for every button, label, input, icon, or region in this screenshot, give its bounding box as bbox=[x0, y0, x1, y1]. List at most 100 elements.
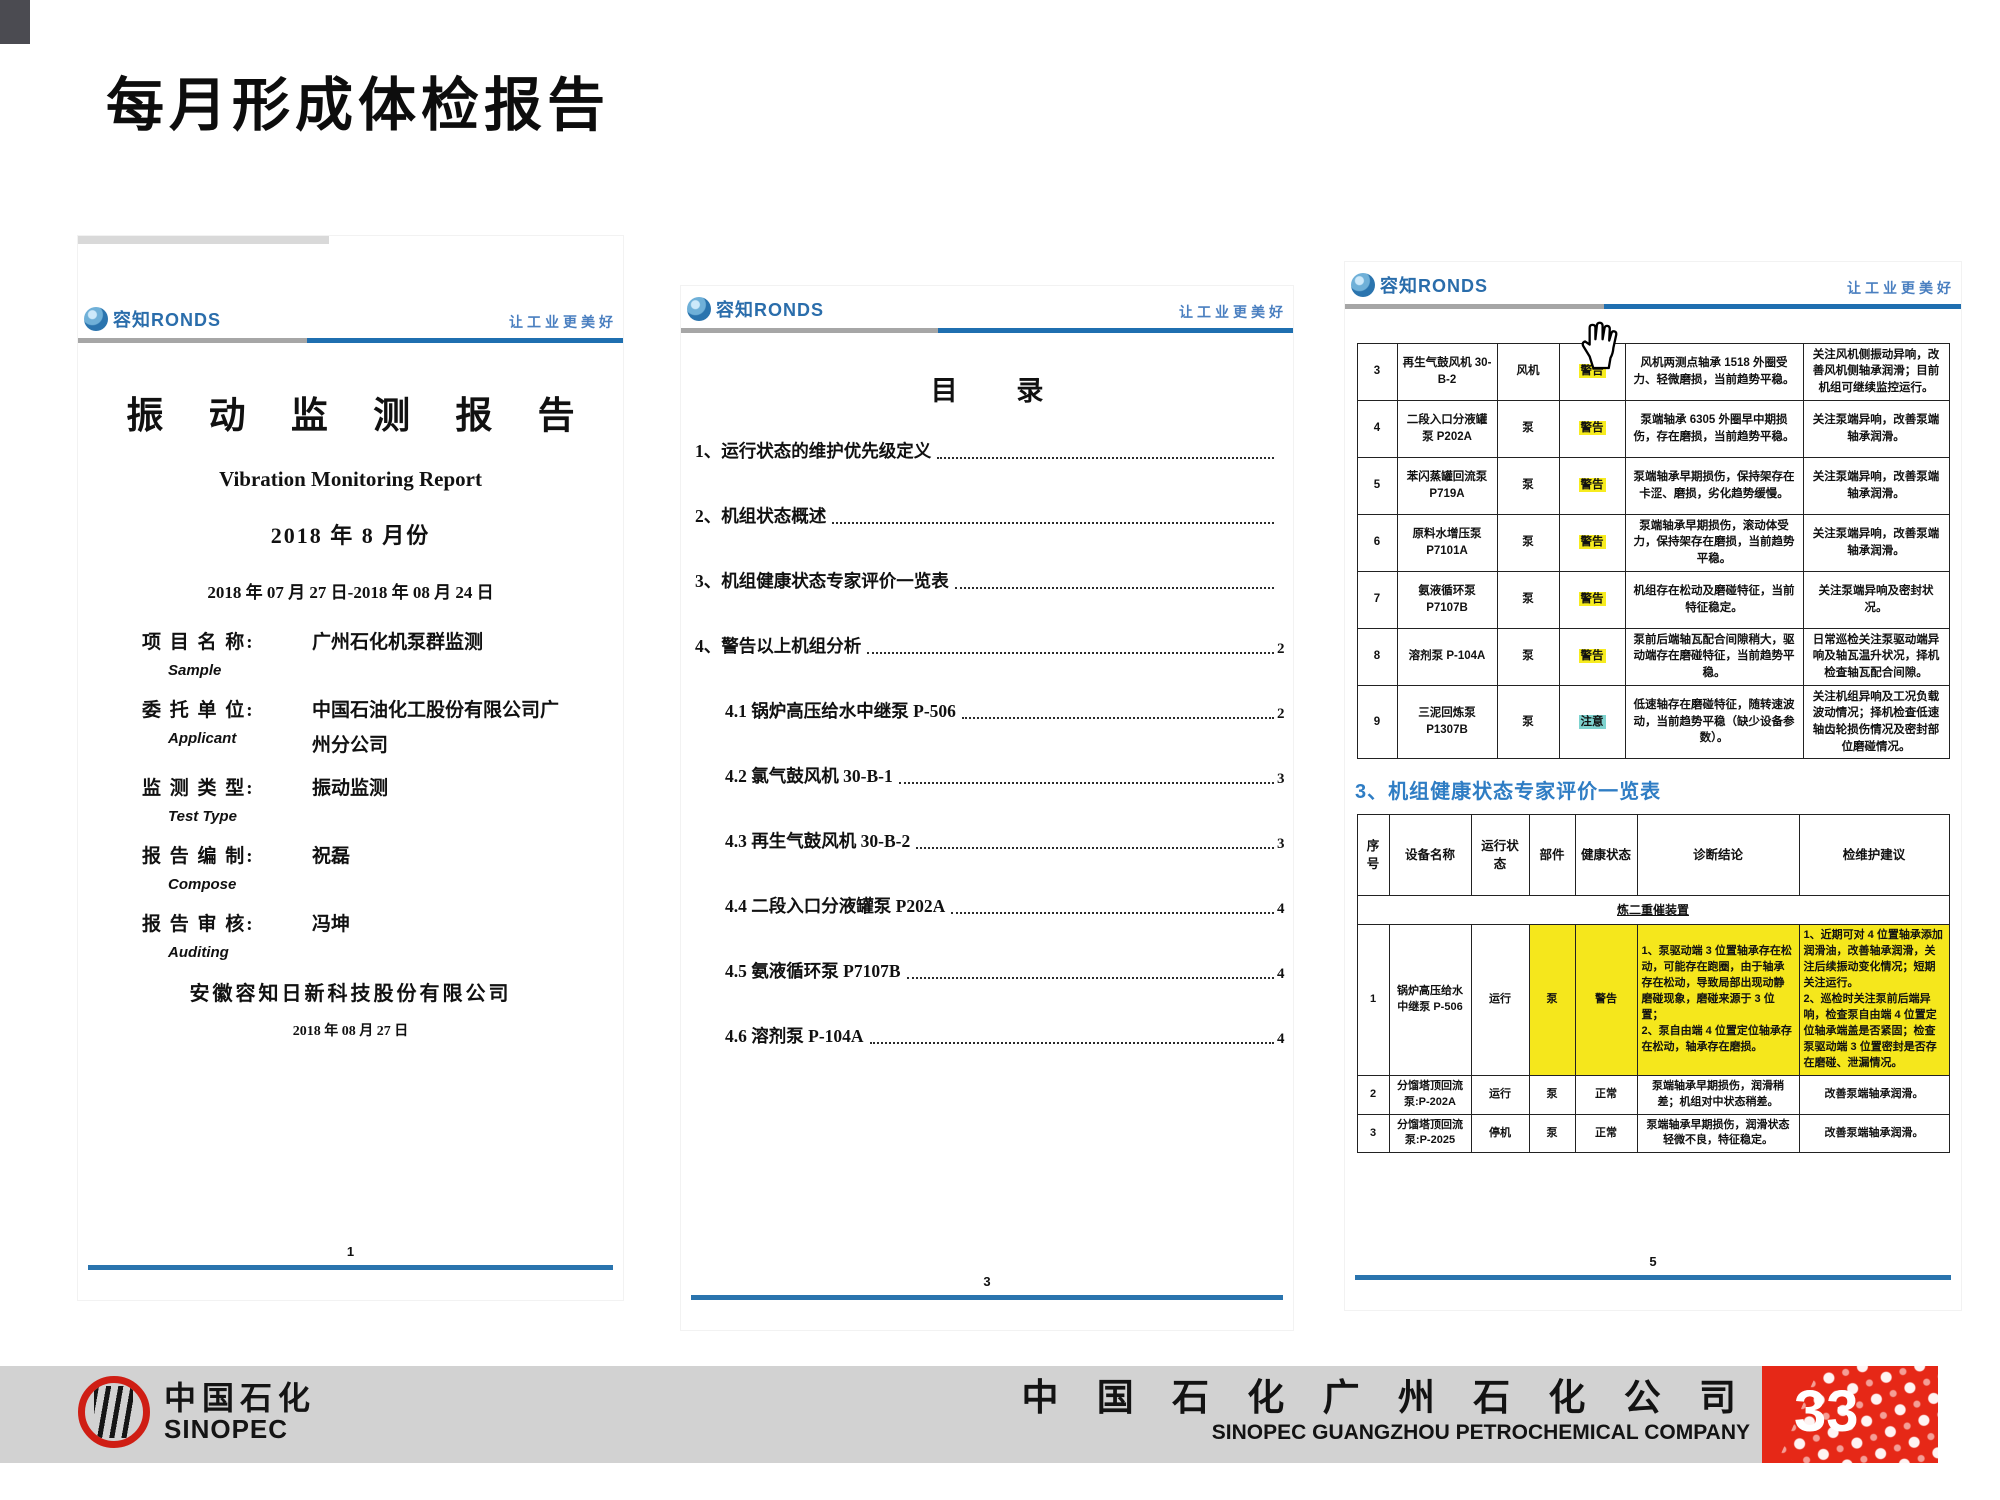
evaluation-page: 容知RONDS 让工业更美好 3 再生气鼓风机 30-B-2 风机 警告 bbox=[1345, 262, 1961, 1310]
component: 泵 bbox=[1497, 685, 1559, 759]
ronds-logo-icon bbox=[1351, 273, 1375, 297]
report-month: 2018 年 8 月份 bbox=[78, 518, 623, 550]
field-sublabel: Compose bbox=[142, 876, 312, 893]
toc-entry: 4.6 溶剂泵 P-104A4 bbox=[695, 1023, 1285, 1048]
hand-cursor-icon bbox=[1576, 318, 1622, 372]
status-badge: 警告 bbox=[1579, 592, 1606, 606]
status-badge: 警告 bbox=[1579, 649, 1606, 663]
doc-header: 容知RONDS 让工业更美好 bbox=[78, 306, 623, 332]
table-row: 2 分馏塔顶回流泵:P-202A 运行 泵 正常 泵端轴承早期损伤，润滑稍差；机… bbox=[1357, 1075, 1949, 1114]
maintenance-advice: 关注泵端异响，改善泵端轴承润滑。 bbox=[1803, 400, 1949, 457]
equipment-name: 溶剂泵 P-104A bbox=[1397, 628, 1497, 685]
doc-header: 容知RONDS 让工业更美好 bbox=[681, 296, 1293, 322]
row-number: 6 bbox=[1357, 514, 1397, 571]
run-state: 运行 bbox=[1471, 1075, 1529, 1114]
field-label: 委 托 单 位: bbox=[142, 695, 312, 722]
maintenance-advice: 改善泵端轴承润滑。 bbox=[1799, 1114, 1949, 1153]
field-sublabel: Sample bbox=[142, 662, 312, 679]
equipment-name: 氨液循环泵 P7107B bbox=[1397, 571, 1497, 628]
toc-entry: 4.5 氨液循环泵 P7107B 4 bbox=[695, 958, 1285, 983]
toc-entry-text: 4.3 再生气鼓风机 30-B-2 bbox=[725, 828, 910, 853]
toc-entry-text: 4.5 氨液循环泵 P7107B bbox=[725, 958, 901, 983]
toc-page: 容知RONDS 让工业更美好 目 录 1、运行状态的维护优先级定义 2、机组状态… bbox=[681, 286, 1293, 1330]
status-badge: 警告 bbox=[1579, 478, 1606, 492]
diagnosis: 低速轴存在磨碰特征，随转速波动，当前趋势平稳（缺少设备参数）。 bbox=[1625, 685, 1803, 759]
status-badge: 警告 bbox=[1575, 925, 1637, 1075]
dot-leader bbox=[962, 717, 1274, 719]
dot-leader bbox=[951, 912, 1274, 914]
toc-entry-page: 3 bbox=[1277, 836, 1285, 853]
toc-entry: 1、运行状态的维护优先级定义 bbox=[695, 438, 1285, 463]
field-value2: 州分公司 bbox=[312, 730, 388, 757]
equipment-name: 再生气鼓风机 30-B-2 bbox=[1397, 343, 1497, 400]
status-badge: 警告 bbox=[1579, 535, 1606, 549]
status-cell[interactable]: 警告 bbox=[1559, 343, 1625, 400]
field-sublabel: Auditing bbox=[142, 944, 312, 961]
col-header-component: 部件 bbox=[1529, 815, 1575, 896]
ronds-brand: 容知RONDS bbox=[1351, 272, 1488, 298]
field-test-type: 监 测 类 型:振动监测 Test Type bbox=[142, 773, 623, 825]
doc-header: 容知RONDS 让工业更美好 bbox=[1345, 272, 1961, 298]
dot-leader bbox=[870, 1042, 1274, 1044]
page-number: 5 bbox=[1649, 1254, 1656, 1269]
maintenance-advice: 关注风机侧振动异响，改善风机侧轴承润滑；目前机组可继续监控运行。 bbox=[1803, 343, 1949, 400]
row-number: 3 bbox=[1357, 1114, 1389, 1153]
field-value: 中国石油化工股份有限公司广 bbox=[312, 695, 559, 722]
field-project-name: 项 目 名 称:广州石化机泵群监测 Sample bbox=[142, 627, 623, 679]
diagnosis: 泵端轴承早期损伤，润滑稍差；机组对中状态稍差。 bbox=[1637, 1075, 1799, 1114]
col-header-health: 健康状态 bbox=[1575, 815, 1637, 896]
toc-entry-page: 4 bbox=[1277, 966, 1285, 983]
table-row: 3 分馏塔顶回流泵:P-2025 停机 泵 正常 泵端轴承早期损伤，润滑状态轻微… bbox=[1357, 1114, 1949, 1153]
page-number: 3 bbox=[983, 1274, 990, 1289]
cover-fields: 项 目 名 称:广州石化机泵群监测 Sample 委 托 单 位:中国石油化工股… bbox=[142, 627, 623, 961]
status-cell: 注意 bbox=[1559, 685, 1625, 759]
field-compose: 报 告 编 制:祝磊 Compose bbox=[142, 841, 623, 893]
toc-entry-page: 4 bbox=[1277, 901, 1285, 918]
maintenance-advice: 关注泵端异响，改善泵端轴承润滑。 bbox=[1803, 457, 1949, 514]
header-rule bbox=[1345, 304, 1961, 309]
scan-corner-artifact bbox=[0, 0, 30, 44]
maintenance-advice: 改善泵端轴承润滑。 bbox=[1799, 1075, 1949, 1114]
maintenance-advice: 关注机组异响及工况负载波动情况；择机检查低速轴齿轮损伤情况及密封部位磨碰情况。 bbox=[1803, 685, 1949, 759]
sinopec-logo: 中国石化 SINOPEC bbox=[78, 1376, 316, 1448]
report-cover-page: 容知RONDS 让工业更美好 振 动 监 测 报 告 Vibration Mon… bbox=[78, 236, 623, 1300]
report-title: 振 动 监 测 报 告 bbox=[78, 385, 623, 439]
dot-leader bbox=[867, 652, 1274, 654]
row-number: 8 bbox=[1357, 628, 1397, 685]
status-badge: 警告 bbox=[1579, 421, 1606, 435]
diagnosis: 泵端轴承 6305 外圈早中期损伤，存在磨损，当前趋势平稳。 bbox=[1625, 400, 1803, 457]
equipment-name: 二段入口分液罐泵 P202A bbox=[1397, 400, 1497, 457]
row-number: 2 bbox=[1357, 1075, 1389, 1114]
toc-title: 目 录 bbox=[681, 369, 1293, 408]
diagnosis: 泵端轴承早期损伤，保持架存在卡涩、磨损，劣化趋势缓慢。 bbox=[1625, 457, 1803, 514]
unit-group-label: 炼二重催装置 bbox=[1357, 896, 1949, 925]
footer-rule bbox=[88, 1265, 613, 1270]
row-number: 9 bbox=[1357, 685, 1397, 759]
diagnosis: 1、泵驱动端 3 位置轴承存在松动，可能存在跑圈，由于轴承存在松动，导致局部出现… bbox=[1637, 925, 1799, 1075]
dot-leader bbox=[832, 522, 1274, 524]
component: 泵 bbox=[1497, 514, 1559, 571]
col-header-equipment: 设备名称 bbox=[1389, 815, 1471, 896]
footer-company: 中 国 石 化 广 州 石 化 公 司 SINOPEC GUANGZHOU PE… bbox=[1021, 1378, 1750, 1445]
dot-leader bbox=[937, 457, 1274, 459]
toc-entry: 4.1 锅炉高压给水中继泵 P-5062 bbox=[695, 698, 1285, 723]
status-cell: 警告 bbox=[1559, 571, 1625, 628]
row-number: 1 bbox=[1357, 925, 1389, 1075]
field-sublabel: Applicant bbox=[142, 730, 312, 747]
diagnosis: 泵端轴承早期损伤，润滑状态轻微不良，特征稳定。 bbox=[1637, 1114, 1799, 1153]
ronds-logo-icon bbox=[84, 307, 108, 331]
component: 泵 bbox=[1497, 400, 1559, 457]
equipment-name: 三泥回炼泵 P1307B bbox=[1397, 685, 1497, 759]
dot-leader bbox=[955, 587, 1274, 589]
field-label: 项 目 名 称: bbox=[142, 627, 312, 654]
page-number: 1 bbox=[347, 1244, 354, 1259]
status-cell: 警告 bbox=[1559, 457, 1625, 514]
field-sublabel: Test Type bbox=[142, 808, 312, 825]
field-label: 监 测 类 型: bbox=[142, 773, 312, 800]
toc-entry-text: 2、机组状态概述 bbox=[695, 503, 826, 528]
toc-entry: 3、机组健康状态专家评价一览表 bbox=[695, 568, 1285, 593]
footer-rule bbox=[691, 1295, 1283, 1300]
ronds-brand: 容知RONDS bbox=[84, 306, 221, 332]
equipment-name: 分馏塔顶回流泵:P-202A bbox=[1389, 1075, 1471, 1114]
dot-leader bbox=[907, 977, 1275, 979]
